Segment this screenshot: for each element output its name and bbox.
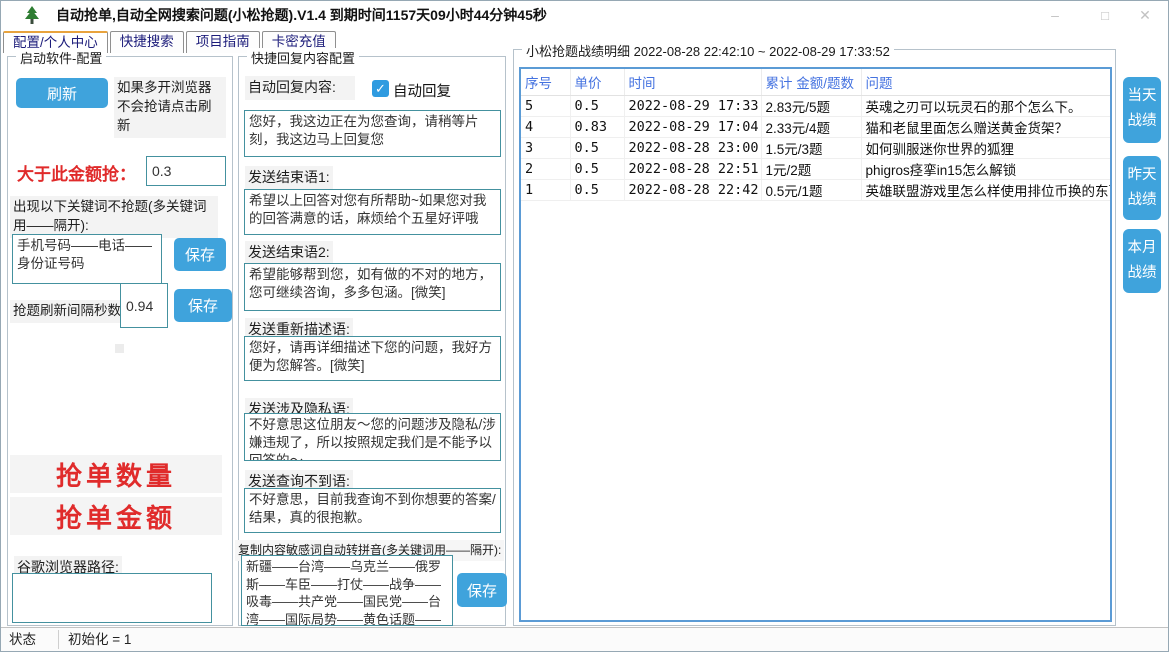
maximize-icon[interactable]: □: [1092, 1, 1118, 30]
end-msg2-label: 发送结束语2:: [245, 241, 333, 265]
results-table: 序号 单价 时间 累计 金额/题数 问题 5 0.5 2022-08-29 17…: [519, 67, 1112, 622]
order-count-label: 抢单数量: [10, 455, 222, 493]
yesterday-results-button[interactable]: 昨天战绩: [1123, 156, 1161, 220]
refresh-button[interactable]: 刷新: [16, 78, 108, 108]
launch-config-title: 启动软件-配置: [16, 48, 106, 67]
end-msg1-label: 发送结束语1:: [245, 166, 333, 190]
tab-quick-search[interactable]: 快捷搜索: [110, 31, 184, 53]
app-tree-icon: [23, 6, 41, 24]
status-separator: [58, 630, 59, 649]
auto-reply-checkbox-label: 自动回复: [393, 80, 451, 101]
save-sensitive-button[interactable]: 保存: [457, 573, 507, 607]
auto-reply-textarea[interactable]: 您好，我这边正在为您查询，请稍等片刻，我这边马上回复您: [244, 110, 501, 157]
table-row[interactable]: 4 0.83 2022-08-29 17:04:31 2.33元/4题 猫和老鼠…: [521, 116, 1110, 137]
cell-price: 0.5: [570, 158, 624, 179]
end-msg2-textarea[interactable]: 希望能够帮到您，如有做的不对的地方，您可继续咨询，多多包涵。[微笑]: [244, 263, 501, 311]
cell-time: 2022-08-28 22:42:10: [624, 179, 761, 200]
cell-question: 英雄联盟游戏里怎么样使用排位币换的东西: [861, 179, 1110, 200]
launch-config-panel: 启动软件-配置 刷新 如果多开浏览器不会抢请点击刷新 大于此金额抢： 出现以下关…: [7, 56, 233, 626]
cell-price: 0.83: [570, 116, 624, 137]
month-results-button[interactable]: 本月战绩: [1123, 229, 1161, 293]
cell-seq: 5: [521, 95, 570, 116]
cell-question: 猫和老鼠里面怎么赠送黄金货架？: [861, 116, 1110, 137]
cell-question: phigros痉挛in15怎么解锁: [861, 158, 1110, 179]
col-header-total: 累计 金额/题数: [761, 69, 861, 95]
cell-seq: 4: [521, 116, 570, 137]
quick-reply-panel: 快捷回复内容配置 自动回复内容: 自动回复 您好，我这边正在为您查询，请稍等片刻…: [238, 56, 506, 626]
cell-time: 2022-08-29 17:04:31: [624, 116, 761, 137]
status-value: 初始化 = 1: [68, 628, 131, 651]
min-amount-label: 大于此金额抢：: [17, 160, 136, 185]
cell-question: 英魂之刃可以玩灵石的那个怎么下。: [861, 95, 1110, 116]
cell-time: 2022-08-28 22:51:14: [624, 158, 761, 179]
order-amount-label: 抢单金额: [10, 497, 222, 535]
table-row[interactable]: 2 0.5 2022-08-28 22:51:14 1元/2题 phigros痉…: [521, 158, 1110, 179]
cell-question: 如何驯服迷你世界的狐狸: [861, 137, 1110, 158]
status-label: 状态: [9, 628, 36, 651]
today-results-button[interactable]: 当天战绩: [1123, 77, 1161, 143]
col-header-question: 问题: [861, 69, 1110, 95]
cell-total: 2.83元/5题: [761, 95, 861, 116]
col-header-seq: 序号: [521, 69, 570, 95]
cell-price: 0.5: [570, 95, 624, 116]
auto-reply-label: 自动回复内容:: [245, 76, 355, 100]
refresh-interval-input[interactable]: [120, 283, 168, 328]
privacy-textarea[interactable]: 不好意思这位朋友～您的问题涉及隐私/涉嫌违规了，所以按照规定我们是不能予以回答的…: [244, 413, 501, 461]
cell-total: 1.5元/3题: [761, 137, 861, 158]
decoration-dot: [115, 344, 124, 353]
table-row[interactable]: 3 0.5 2022-08-28 23:00:07 1.5元/3题 如何驯服迷你…: [521, 137, 1110, 158]
chrome-path-input[interactable]: [12, 573, 212, 623]
cell-time: 2022-08-28 23:00:07: [624, 137, 761, 158]
table-header-row: 序号 单价 时间 累计 金额/题数 问题: [521, 69, 1110, 95]
col-header-time: 时间: [624, 69, 761, 95]
table-row[interactable]: 1 0.5 2022-08-28 22:42:10 0.5元/1题 英雄联盟游戏…: [521, 179, 1110, 200]
redescribe-textarea[interactable]: 您好，请再详细描述下您的问题，我好方便为您解答。[微笑]: [244, 336, 501, 381]
cell-total: 2.33元/4题: [761, 116, 861, 137]
notfound-textarea[interactable]: 不好意思，目前我查询不到你想要的答案/结果，真的很抱歉。: [244, 488, 501, 533]
auto-reply-checkbox[interactable]: [372, 80, 389, 97]
minimize-icon[interactable]: –: [1042, 1, 1068, 30]
quick-reply-title: 快捷回复内容配置: [247, 48, 359, 67]
close-icon[interactable]: ✕: [1132, 1, 1158, 30]
exclude-keywords-label: 出现以下关键词不抢题(多关键词用——隔开):: [10, 196, 218, 238]
table-row[interactable]: 5 0.5 2022-08-29 17:33:52 2.83元/5题 英魂之刃可…: [521, 95, 1110, 116]
refresh-interval-label: 抢题刷新间隔秒数: [10, 300, 124, 323]
save-keywords-button[interactable]: 保存: [174, 238, 226, 271]
cell-time: 2022-08-29 17:33:52: [624, 95, 761, 116]
cell-total: 0.5元/1题: [761, 179, 861, 200]
save-interval-button[interactable]: 保存: [174, 289, 232, 322]
cell-price: 0.5: [570, 137, 624, 158]
cell-total: 1元/2题: [761, 158, 861, 179]
app-window: 自动抢单,自动全网搜索问题(小松抢题).V1.4 到期时间1157天09小时44…: [0, 0, 1169, 652]
status-bar: 状态 初始化 = 1: [1, 627, 1168, 651]
window-title: 自动抢单,自动全网搜索问题(小松抢题).V1.4 到期时间1157天09小时44…: [56, 1, 547, 30]
cell-seq: 2: [521, 158, 570, 179]
sensitive-words-textarea[interactable]: 新疆——台湾——乌克兰——俄罗斯——车臣——打仗——战争——吸毒——共产党——国…: [241, 555, 453, 626]
results-panel-title: 小松抢题战绩明细 2022-08-28 22:42:10 ~ 2022-08-2…: [522, 41, 894, 60]
exclude-keywords-textarea[interactable]: 手机号码——电话——身份证号码: [12, 234, 162, 284]
cell-price: 0.5: [570, 179, 624, 200]
min-amount-input[interactable]: [146, 156, 226, 186]
refresh-hint-label: 如果多开浏览器不会抢请点击刷新: [114, 77, 226, 138]
col-header-price: 单价: [570, 69, 624, 95]
end-msg1-textarea[interactable]: 希望以上回答对您有所帮助~如果您对我的回答满意的话，麻烦给个五星好评哦: [244, 189, 501, 235]
cell-seq: 1: [521, 179, 570, 200]
cell-seq: 3: [521, 137, 570, 158]
title-bar: 自动抢单,自动全网搜索问题(小松抢题).V1.4 到期时间1157天09小时44…: [1, 1, 1168, 30]
results-panel: 小松抢题战绩明细 2022-08-28 22:42:10 ~ 2022-08-2…: [513, 49, 1116, 626]
